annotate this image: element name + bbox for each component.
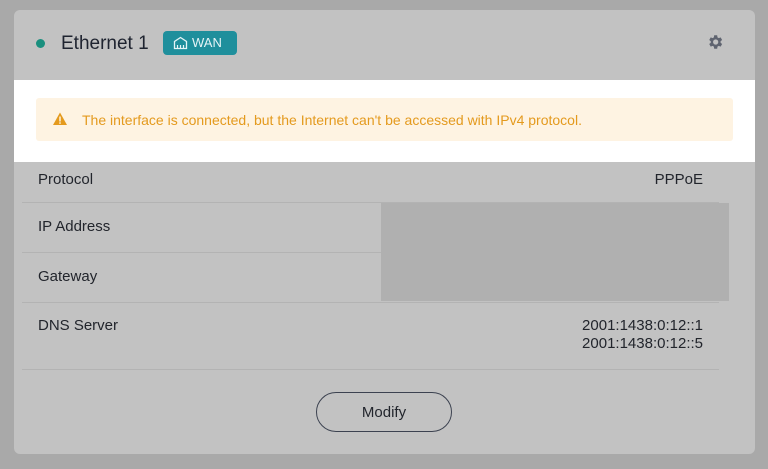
redacted-values bbox=[381, 203, 729, 301]
gateway-label: Gateway bbox=[38, 268, 98, 285]
alert-highlight: The interface is connected, but the Inte… bbox=[14, 80, 755, 162]
warning-icon bbox=[53, 112, 67, 125]
dns-server-values: 2001:1438:0:12::1 2001:1438:0:12::5 bbox=[582, 317, 703, 353]
network-icon bbox=[173, 36, 188, 50]
card-header: Ethernet 1 WAN bbox=[14, 10, 755, 78]
protocol-value: PPPoE bbox=[654, 171, 703, 188]
status-dot bbox=[36, 39, 45, 48]
detail-row-dns-server: DNS Server 2001:1438:0:12::1 2001:1438:0… bbox=[22, 303, 719, 370]
interface-title: Ethernet 1 bbox=[61, 33, 149, 54]
wan-badge: WAN bbox=[163, 31, 237, 55]
warning-alert: The interface is connected, but the Inte… bbox=[36, 98, 733, 141]
dns-server-secondary: 2001:1438:0:12::5 bbox=[582, 335, 703, 352]
alert-message: The interface is connected, but the Inte… bbox=[82, 112, 582, 128]
protocol-label: Protocol bbox=[38, 171, 94, 188]
ip-address-label: IP Address bbox=[38, 218, 111, 235]
dns-server-label: DNS Server bbox=[38, 317, 119, 334]
dns-server-primary: 2001:1438:0:12::1 bbox=[582, 317, 703, 334]
modify-button[interactable]: Modify bbox=[316, 392, 452, 432]
wan-badge-label: WAN bbox=[192, 35, 222, 50]
gear-icon[interactable] bbox=[706, 33, 724, 51]
detail-row-protocol: Protocol PPPoE bbox=[22, 155, 719, 203]
